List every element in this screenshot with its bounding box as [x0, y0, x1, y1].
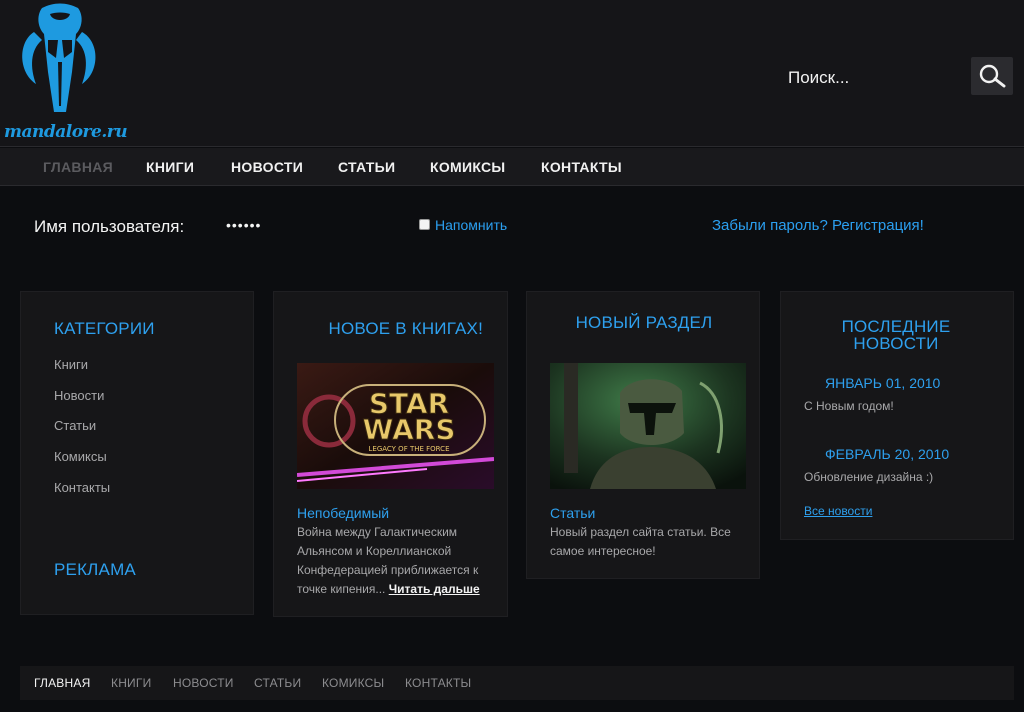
ads-title: РЕКЛАМА: [54, 560, 136, 579]
latest-news-panel: ПОСЛЕДНИЕ НОВОСТИ ЯНВАРЬ 01, 2010 С Новы…: [780, 291, 1014, 540]
new-books-title: НОВОЕ В КНИГАХ!: [328, 319, 483, 338]
footer-nav: ГЛАВНАЯ КНИГИ НОВОСТИ СТАТЬИ КОМИКСЫ КОН…: [20, 666, 1014, 700]
boba-fett-image[interactable]: [550, 363, 746, 489]
remember-checkbox[interactable]: [419, 219, 430, 230]
nav-item-comics[interactable]: КОМИКСЫ: [430, 159, 505, 175]
news-date: ФЕВРАЛЬ 20, 2010: [825, 446, 950, 462]
news-item-link[interactable]: С Новым годом!: [804, 399, 894, 413]
category-item-comics[interactable]: Комиксы: [54, 449, 107, 464]
password-field[interactable]: ••••••: [226, 217, 261, 233]
news-date: ЯНВАРЬ 01, 2010: [825, 375, 941, 391]
logo-text[interactable]: mandalore.ru: [4, 122, 128, 142]
new-section-panel: НОВЫЙ РАЗДЕЛ Статьи Новый раздел сайта с…: [526, 291, 760, 579]
login-form: Имя пользователя: •••••• Напомнить Забыл…: [0, 205, 1024, 245]
articles-link[interactable]: Статьи: [550, 505, 595, 521]
nav-item-news[interactable]: НОВОСТИ: [231, 159, 303, 175]
news-item-link[interactable]: Обновление дизайна :): [804, 470, 933, 484]
category-item-contacts[interactable]: Контакты: [54, 480, 110, 495]
nav-item-books[interactable]: КНИГИ: [146, 159, 194, 175]
nav-item-articles[interactable]: СТАТЬИ: [338, 159, 395, 175]
all-news-link[interactable]: Все новости: [804, 504, 872, 518]
categories-panel: КАТЕГОРИИ Книги Новости Статьи Комиксы К…: [20, 291, 254, 615]
book-title-link[interactable]: Непобедимый: [297, 505, 389, 521]
category-item-articles[interactable]: Статьи: [54, 418, 96, 433]
latest-news-title: ПОСЛЕДНИЕ НОВОСТИ: [841, 317, 951, 353]
book-description: Война между Галактическим Альянсом и Кор…: [297, 523, 487, 599]
category-item-news[interactable]: Новости: [54, 388, 104, 403]
footer-item-articles[interactable]: СТАТЬИ: [254, 676, 301, 690]
categories-title: КАТЕГОРИИ: [54, 319, 155, 338]
category-item-books[interactable]: Книги: [54, 357, 88, 372]
site-header: mandalore.ru Поиск...: [0, 0, 1024, 147]
footer-item-comics[interactable]: КОМИКСЫ: [322, 676, 384, 690]
footer-item-contacts[interactable]: КОНТАКТЫ: [405, 676, 471, 690]
footer-item-books[interactable]: КНИГИ: [111, 676, 151, 690]
footer-item-home[interactable]: ГЛАВНАЯ: [34, 676, 90, 690]
forgot-register-link[interactable]: Забыли пароль? Регистрация!: [712, 217, 924, 234]
magnifier-icon: [979, 64, 1006, 88]
nav-item-home[interactable]: ГЛАВНАЯ: [43, 159, 113, 175]
new-section-description: Новый раздел сайта статьи. Все самое инт…: [550, 525, 731, 558]
remember-label[interactable]: Напомнить: [435, 217, 507, 233]
search-button[interactable]: [971, 57, 1013, 95]
read-more-link[interactable]: Читать дальше: [389, 582, 480, 596]
search-input[interactable]: Поиск...: [788, 68, 849, 88]
star-wars-book-cover[interactable]: STAR WARS LEGACY OF THE FORCE: [297, 363, 494, 489]
footer-item-news[interactable]: НОВОСТИ: [173, 676, 234, 690]
nav-item-contacts[interactable]: КОНТАКТЫ: [541, 159, 622, 175]
svg-text:LEGACY OF THE FORCE: LEGACY OF THE FORCE: [369, 445, 450, 453]
main-nav: ГЛАВНАЯ КНИГИ НОВОСТИ СТАТЬИ КОМИКСЫ КОН…: [0, 148, 1024, 186]
new-books-panel: НОВОЕ В КНИГАХ! STAR WARS LEGACY OF THE …: [273, 291, 508, 617]
new-section-title: НОВЫЙ РАЗДЕЛ: [575, 313, 713, 332]
svg-text:WARS: WARS: [362, 413, 455, 446]
username-label: Имя пользователя:: [34, 217, 185, 236]
